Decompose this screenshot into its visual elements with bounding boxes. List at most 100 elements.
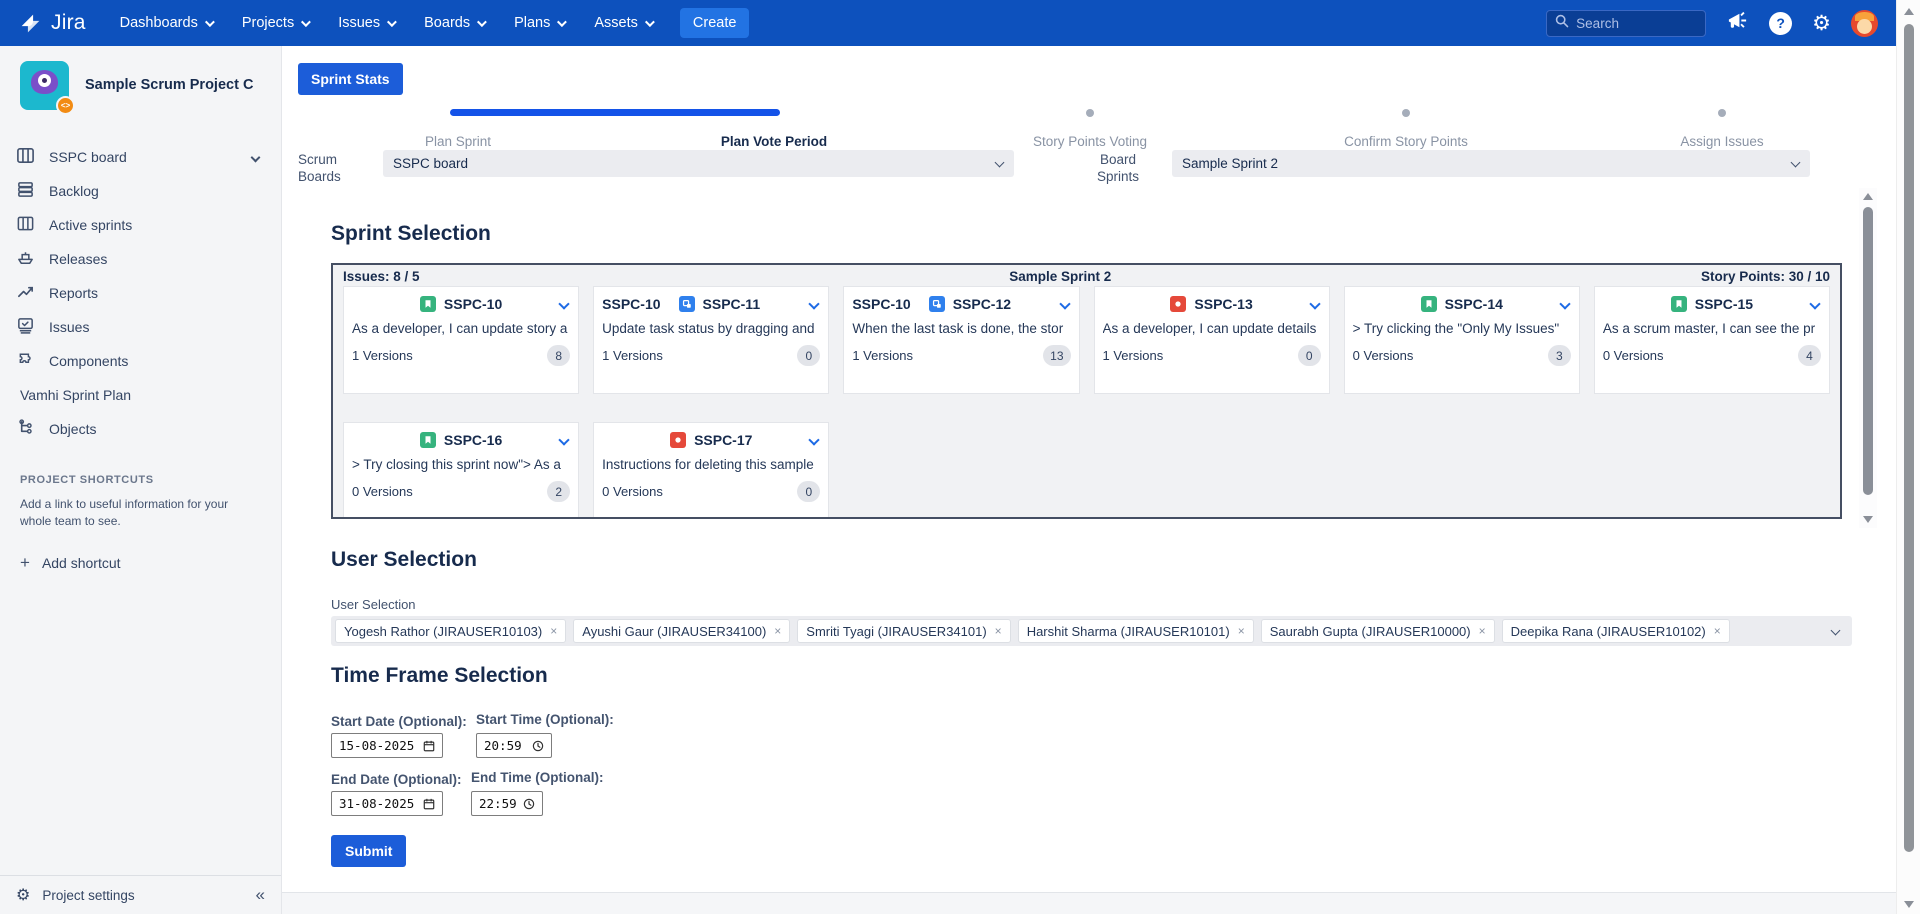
project-settings-bar[interactable]: ⚙ Project settings « — [0, 875, 281, 914]
chevron-down-icon[interactable] — [1559, 298, 1570, 309]
remove-user-icon[interactable]: × — [1479, 624, 1486, 638]
chevron-down-icon[interactable] — [809, 298, 820, 309]
scroll-up-arrow[interactable] — [1904, 8, 1914, 15]
sidebar-item-active-sprints[interactable]: Active sprints — [0, 208, 281, 242]
step-assign-issues: Assign Issues — [1564, 101, 1880, 153]
chevron-down-icon[interactable] — [809, 434, 820, 445]
chevron-down-icon[interactable] — [558, 298, 569, 309]
user-chip: Deepika Rana (JIRAUSER10102) × — [1502, 619, 1730, 643]
collapse-sidebar-icon[interactable]: « — [256, 885, 265, 905]
project-avatar[interactable]: <> — [20, 61, 69, 110]
settings-gear-icon[interactable]: ⚙ — [1812, 13, 1831, 34]
nav-menu: Dashboards Projects Issues Boards Plans … — [120, 15, 652, 31]
help-icon[interactable]: ? — [1769, 12, 1792, 35]
issue-summary: When the last task is done, the stor — [852, 321, 1070, 336]
scroll-down-arrow[interactable] — [1863, 516, 1873, 523]
issue-summary: Instructions for deleting this sample — [602, 457, 820, 472]
issue-card-sspc-10[interactable]: SSPC-10 As a developer, I can update sto… — [343, 286, 579, 394]
issue-card-sspc-17[interactable]: SSPC-17 Instructions for deleting this s… — [593, 422, 829, 519]
sidebar-item-board[interactable]: SSPC board — [0, 140, 281, 174]
search-input[interactable] — [1576, 16, 1686, 31]
chevron-down-icon[interactable] — [1059, 298, 1070, 309]
create-button[interactable]: Create — [680, 8, 750, 38]
nav-item-assets[interactable]: Assets — [594, 15, 652, 31]
user-avatar[interactable] — [1851, 10, 1878, 37]
sidebar-item-releases[interactable]: Releases — [0, 242, 281, 276]
sprint-panel-header: Issues: 8 / 5 Sample Sprint 2 Story Poin… — [333, 265, 1840, 286]
panel-scrollbar[interactable] — [1859, 188, 1877, 528]
page-scrollbar[interactable] — [1896, 0, 1920, 914]
scroll-thumb[interactable] — [1863, 207, 1873, 495]
story-points-badge: 0 — [797, 345, 820, 366]
chevron-down-icon — [387, 17, 397, 27]
issue-card-sspc-15[interactable]: SSPC-15 As a scrum master, I can see the… — [1594, 286, 1830, 394]
scrum-board-select[interactable]: SSPC board — [383, 150, 1014, 177]
chevron-down-icon[interactable] — [251, 152, 261, 162]
calendar-icon[interactable] — [423, 740, 435, 752]
project-name: Sample Scrum Project C — [85, 76, 253, 94]
chevron-down-icon[interactable] — [1309, 298, 1320, 309]
sidebar-item-backlog[interactable]: Backlog — [0, 174, 281, 208]
scroll-up-arrow[interactable] — [1863, 193, 1873, 200]
issue-card-sspc-16[interactable]: SSPC-16 > Try closing this sprint now"> … — [343, 422, 579, 519]
end-time-input[interactable]: 22:59 — [471, 791, 543, 816]
versions-label: 0 Versions — [1603, 348, 1664, 363]
sidebar-item-reports[interactable]: Reports — [0, 276, 281, 310]
nav-item-issues[interactable]: Issues — [338, 15, 394, 31]
chevron-down-icon — [995, 158, 1005, 168]
announcements-icon[interactable] — [1726, 9, 1749, 37]
remove-user-icon[interactable]: × — [995, 624, 1002, 638]
calendar-icon[interactable] — [423, 798, 435, 810]
bug-icon — [670, 432, 686, 448]
nav-item-dashboards[interactable]: Dashboards — [120, 15, 212, 31]
issue-summary: Update task status by dragging and — [602, 321, 820, 336]
sprint-selection-panel[interactable]: Issues: 8 / 5 Sample Sprint 2 Story Poin… — [331, 263, 1842, 519]
end-date-label: End Date (Optional): — [331, 772, 462, 787]
sidebar-item-components[interactable]: Components — [0, 344, 281, 378]
end-date-input[interactable]: 31-08-2025 — [331, 791, 443, 816]
sprint-stats-button[interactable]: Sprint Stats — [298, 63, 403, 95]
issue-card-sspc-12[interactable]: SSPC-10 SSPC-12 When the last task is do… — [843, 286, 1079, 394]
clock-icon[interactable] — [532, 740, 544, 752]
user-multiselect[interactable]: Yogesh Rathor (JIRAUSER10103) × Ayushi G… — [331, 616, 1852, 646]
issue-card-sspc-11[interactable]: SSPC-10 SSPC-11 Update task status by dr… — [593, 286, 829, 394]
end-time-label: End Time (Optional): — [471, 770, 604, 785]
scroll-down-arrow[interactable] — [1904, 901, 1914, 908]
nav-right: ? ⚙ — [1546, 9, 1878, 37]
remove-user-icon[interactable]: × — [550, 624, 557, 638]
issue-summary: As a developer, I can update details — [1103, 321, 1321, 336]
project-header: <> Sample Scrum Project C — [0, 46, 281, 118]
start-date-input[interactable]: 15-08-2025 — [331, 733, 443, 758]
chevron-down-icon — [205, 17, 215, 27]
remove-user-icon[interactable]: × — [1714, 624, 1721, 638]
chevron-down-icon — [557, 17, 567, 27]
submit-button[interactable]: Submit — [331, 835, 406, 867]
sidebar-item-issues[interactable]: Issues — [0, 310, 281, 344]
issue-card-sspc-13[interactable]: SSPC-13 As a developer, I can update det… — [1094, 286, 1330, 394]
sidebar-item-objects[interactable]: Objects — [0, 412, 281, 446]
story-points-badge: 4 — [1798, 345, 1821, 366]
step-dot — [1718, 109, 1726, 117]
sidebar-item-vamhi-sprint-plan[interactable]: Vamhi Sprint Plan — [0, 378, 281, 412]
sprint-selection-heading: Sprint Selection — [331, 222, 491, 246]
clock-icon[interactable] — [523, 798, 535, 810]
chevron-down-icon[interactable] — [1809, 298, 1820, 309]
remove-user-icon[interactable]: × — [1238, 624, 1245, 638]
user-selection-heading: User Selection — [331, 548, 477, 572]
board-sprint-select[interactable]: Sample Sprint 2 — [1172, 150, 1810, 177]
active-sprints-icon — [16, 214, 35, 236]
remove-user-icon[interactable]: × — [774, 624, 781, 638]
jira-logo-icon — [18, 11, 43, 36]
plus-icon: + — [20, 553, 30, 573]
issue-card-sspc-14[interactable]: SSPC-14 > Try clicking the "Only My Issu… — [1344, 286, 1580, 394]
jira-logo[interactable]: Jira — [18, 11, 86, 36]
software-project-badge-icon: <> — [56, 96, 75, 115]
search-box[interactable] — [1546, 10, 1706, 37]
nav-item-boards[interactable]: Boards — [424, 15, 484, 31]
nav-item-projects[interactable]: Projects — [242, 15, 308, 31]
nav-item-plans[interactable]: Plans — [514, 15, 564, 31]
start-time-input[interactable]: 20:59 — [476, 733, 552, 758]
chevron-down-icon[interactable] — [558, 434, 569, 445]
add-shortcut-button[interactable]: + Add shortcut — [20, 553, 265, 573]
scroll-thumb[interactable] — [1904, 24, 1914, 852]
